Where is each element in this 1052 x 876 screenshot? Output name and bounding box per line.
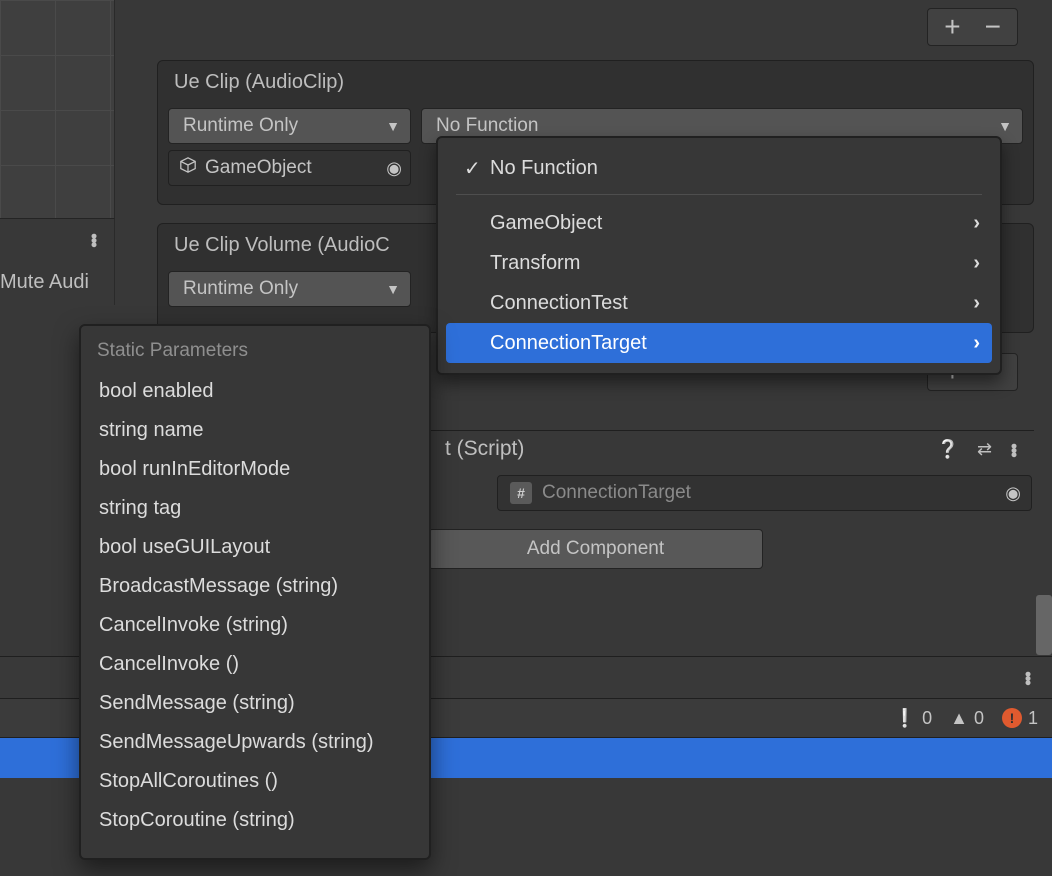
menu-item[interactable]: BroadcastMessage (string) xyxy=(97,567,417,606)
menu-item-connectiontarget[interactable]: ConnectionTarget › xyxy=(446,323,992,363)
error-count[interactable]: ! 1 xyxy=(1002,708,1038,729)
add-component-label: Add Component xyxy=(527,538,664,559)
menu-item[interactable]: bool useGUILayout xyxy=(97,528,417,567)
chevron-down-icon: ▼ xyxy=(386,281,400,297)
left-panel-strip: ••• Mute Audi xyxy=(0,219,115,305)
menu-item[interactable]: bool runInEditorMode xyxy=(97,450,417,489)
menu-item-label: ConnectionTarget xyxy=(490,332,647,355)
list-add-remove: + − xyxy=(927,8,1018,46)
count-value: 0 xyxy=(974,708,984,729)
menu-item[interactable]: CancelInvoke (string) xyxy=(97,606,417,645)
chevron-right-icon: › xyxy=(973,252,980,275)
error-icon: ! xyxy=(1002,708,1022,728)
menu-item[interactable]: CancelInvoke () xyxy=(97,645,417,684)
warning-icon: ▲ xyxy=(950,708,968,729)
checkmark-icon: ✓ xyxy=(464,156,490,181)
menu-item-transform[interactable]: Transform › xyxy=(446,243,992,283)
popup-header: Static Parameters xyxy=(97,340,417,362)
chevron-right-icon: › xyxy=(973,212,980,235)
gameobject-icon xyxy=(179,156,197,180)
menu-item-connectiontest[interactable]: ConnectionTest › xyxy=(446,283,992,323)
remove-button[interactable]: − xyxy=(985,13,1001,41)
menu-item[interactable]: SendMessage (string) xyxy=(97,684,417,723)
help-icon[interactable]: ❔ xyxy=(937,439,959,460)
chevron-right-icon: › xyxy=(973,292,980,315)
scrollbar-thumb[interactable] xyxy=(1036,595,1052,655)
menu-item[interactable]: bool enabled xyxy=(97,372,417,411)
component-title-partial: t (Script) xyxy=(445,437,524,461)
target-object-field[interactable]: GameObject ◉ xyxy=(168,150,411,186)
info-count[interactable]: ❕ 0 xyxy=(894,708,932,729)
add-button[interactable]: + xyxy=(944,13,960,41)
preset-icon[interactable]: ⇄ xyxy=(977,439,989,460)
menu-item-label: ConnectionTest xyxy=(490,292,628,315)
script-icon: # xyxy=(510,482,532,504)
viewport-grid xyxy=(0,0,114,218)
call-mode-dropdown[interactable]: Runtime Only ▼ xyxy=(168,271,411,307)
chevron-down-icon: ▼ xyxy=(998,118,1012,134)
count-value: 1 xyxy=(1028,708,1038,729)
script-field[interactable]: # ConnectionTarget ◉ xyxy=(497,475,1032,511)
menu-item[interactable]: StopAllCoroutines () xyxy=(97,762,417,801)
menu-item-gameobject[interactable]: GameObject › xyxy=(446,203,992,243)
dropdown-value: Runtime Only xyxy=(183,278,298,300)
chevron-down-icon: ▼ xyxy=(386,118,400,134)
menu-item-label: Transform xyxy=(490,252,580,275)
call-mode-dropdown[interactable]: Runtime Only ▼ xyxy=(168,108,411,144)
menu-divider xyxy=(456,194,982,195)
object-picker-icon[interactable]: ◉ xyxy=(386,158,402,179)
menu-item-label: GameObject xyxy=(490,212,602,235)
kebab-icon[interactable]: ••• xyxy=(1017,671,1038,684)
warn-count[interactable]: ▲ 0 xyxy=(950,708,984,729)
chevron-right-icon: › xyxy=(973,332,980,355)
function-picker-popup: ✓ No Function GameObject›Transform›Conne… xyxy=(436,136,1002,375)
viewport-preview xyxy=(0,0,115,219)
static-parameters-popup: Static Parameters bool enabledstring nam… xyxy=(79,324,431,860)
object-name: GameObject xyxy=(205,157,312,179)
info-icon: ❕ xyxy=(894,708,916,729)
script-name: ConnectionTarget xyxy=(542,482,691,504)
object-picker-icon[interactable]: ◉ xyxy=(1005,483,1021,504)
menu-item[interactable]: string tag xyxy=(97,489,417,528)
menu-item[interactable]: string name xyxy=(97,411,417,450)
mute-audio-label-partial: Mute Audi xyxy=(0,271,89,294)
menu-item[interactable]: StopCoroutine (string) xyxy=(97,801,417,840)
section-title: Ue Clip (AudioClip) xyxy=(158,61,1033,102)
dropdown-value: Runtime Only xyxy=(183,115,298,137)
count-value: 0 xyxy=(922,708,932,729)
menu-item-no-function[interactable]: ✓ No Function xyxy=(446,148,992,188)
kebab-icon[interactable]: ••• xyxy=(1003,443,1024,456)
add-component-button[interactable]: Add Component xyxy=(428,529,763,569)
menu-item[interactable]: SendMessageUpwards (string) xyxy=(97,723,417,762)
kebab-icon[interactable]: ••• xyxy=(83,233,104,246)
dropdown-value: No Function xyxy=(436,115,538,137)
menu-item-label: No Function xyxy=(490,157,598,180)
